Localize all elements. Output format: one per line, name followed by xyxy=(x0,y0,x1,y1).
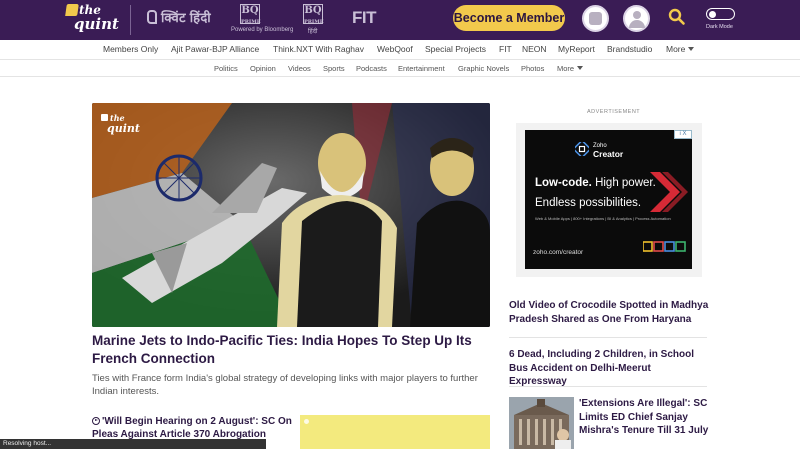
nav-item-more[interactable]: More xyxy=(666,44,695,54)
nav-item-webqoof[interactable]: WebQoof xyxy=(377,44,413,54)
nav-item-videos[interactable]: Videos xyxy=(288,64,311,73)
ad-headline-thin: High power. xyxy=(591,177,656,189)
hero-image[interactable]: the quint xyxy=(92,103,490,327)
bell-icon xyxy=(589,12,602,25)
nav-item-fit[interactable]: FIT xyxy=(499,44,512,54)
dark-mode-label: Dark Mode xyxy=(706,24,733,30)
header-divider xyxy=(130,5,131,35)
site-header: the quint क्विंट हिंदी BQ PRIME Powered … xyxy=(0,0,800,40)
hindi-logo-mark xyxy=(147,10,157,24)
nav-item-neon[interactable]: NEON xyxy=(522,44,547,54)
bq-hindi-text: BQ xyxy=(304,5,322,16)
quint-hindi-logo[interactable]: क्विंट हिंदी xyxy=(147,8,211,26)
nav-item-special-projects[interactable]: Special Projects xyxy=(425,44,486,54)
nav-more-label: More xyxy=(666,44,686,54)
story-thumbnail[interactable] xyxy=(300,415,490,449)
the-quint-logo[interactable]: the quint xyxy=(65,3,119,37)
ad-headline-2: Endless possibilities. xyxy=(535,197,642,209)
chevron-down-icon xyxy=(688,47,695,51)
sub-story-title: 'Will Begin Hearing on 2 August': SC On … xyxy=(92,416,292,440)
nav-item-opinion[interactable]: Opinion xyxy=(250,64,276,73)
nav-item-graphic-novels[interactable]: Graphic Novels xyxy=(458,64,509,73)
side-story-3-thumbnail[interactable] xyxy=(509,397,574,449)
nav-item-photos[interactable]: Photos xyxy=(521,64,544,73)
bq-hindi-subtext: PRIME xyxy=(304,19,324,25)
hero-illustration xyxy=(92,103,490,327)
nav-item-podcasts[interactable]: Podcasts xyxy=(356,64,387,73)
side-story-3[interactable]: 'Extensions Are Illegal': SC Limits ED C… xyxy=(579,397,709,438)
side-story-1[interactable]: Old Video of Crocodile Spotted in Madhya… xyxy=(509,299,709,326)
dark-mode-toggle[interactable] xyxy=(706,8,735,20)
nav-item-entertainment[interactable]: Entertainment xyxy=(398,64,445,73)
ad-red-chevron-graphic xyxy=(650,172,688,212)
chevron-down-icon xyxy=(577,66,584,70)
logo-text-quint: quint xyxy=(74,15,119,33)
advertisement-label: ADVERTISEMENT xyxy=(587,109,641,115)
ad-url: zoho.com/creator xyxy=(533,249,584,256)
user-icon-body xyxy=(629,20,645,28)
zoho-brand-name: Creator xyxy=(593,149,624,159)
user-icon-head xyxy=(633,11,641,19)
side-divider xyxy=(509,386,707,387)
bq-prime-logo[interactable]: BQ PRIME xyxy=(240,4,261,25)
bq-hindi-label: हिंदी xyxy=(308,29,318,35)
ad-headline-bold: Low-code. xyxy=(535,177,592,189)
nav-item-myreport[interactable]: MyReport xyxy=(558,44,595,54)
thumbnail-dot xyxy=(304,419,309,424)
hero-quint-watermark: the quint xyxy=(101,113,141,139)
side-divider xyxy=(509,337,707,338)
side-story-2[interactable]: 6 Dead, Including 2 Children, in School … xyxy=(509,348,709,389)
nav-more-secondary-label: More xyxy=(557,64,575,73)
bq-prime-subtext: PRIME xyxy=(241,19,261,25)
nav-item-brandstudio[interactable]: Brandstudio xyxy=(607,44,652,54)
play-icon xyxy=(92,416,100,425)
ad-headline-1: Low-code. High power. xyxy=(535,177,656,189)
lead-story-headline[interactable]: Marine Jets to Indo-Pacific Ties: India … xyxy=(92,332,492,368)
watermark-text-quint: quint xyxy=(107,122,140,135)
bq-powered-by: Powered by Bloomberg xyxy=(231,27,294,33)
secondary-nav: Politics Opinion Videos Sports Podcasts … xyxy=(0,60,800,77)
search-icon[interactable] xyxy=(668,8,686,26)
browser-status-bar: Resolving host... xyxy=(0,439,266,449)
ad-colored-blocks-graphic xyxy=(643,241,686,252)
nav-item-think-nxt[interactable]: Think.NXT With Raghav xyxy=(273,44,364,54)
zoho-creator-ad[interactable]: Zoho Creator Low-code. High power. Endle… xyxy=(525,130,692,269)
toggle-knob xyxy=(709,10,716,18)
lead-story-summary: Ties with France form India's global str… xyxy=(92,373,478,397)
user-profile-button[interactable] xyxy=(623,5,650,32)
bq-prime-hindi-logo[interactable]: BQ PRIME xyxy=(303,4,324,25)
fit-logo[interactable]: FIT xyxy=(352,8,377,28)
zoho-logo-icon xyxy=(575,142,589,156)
supreme-court-photo xyxy=(509,397,574,449)
primary-nav: Members Only Ajit Pawar-BJP Alliance Thi… xyxy=(0,40,800,60)
nav-item-ajit-pawar[interactable]: Ajit Pawar-BJP Alliance xyxy=(171,44,259,54)
bq-prime-text: BQ xyxy=(241,5,259,16)
notifications-button[interactable] xyxy=(582,5,609,32)
watermark-logo-mark xyxy=(101,114,108,121)
nav-item-sports[interactable]: Sports xyxy=(323,64,345,73)
nav-item-members-only[interactable]: Members Only xyxy=(103,44,158,54)
become-member-button[interactable]: Become a Member xyxy=(453,5,565,31)
zoho-brand: Zoho Creator xyxy=(593,142,623,158)
sub-story-link[interactable]: 'Will Begin Hearing on 2 August': SC On … xyxy=(92,415,292,441)
ad-fine-print: Web & Mobile Apps | 800+ Integrations | … xyxy=(535,216,671,221)
hindi-logo-text: क्विंट हिंदी xyxy=(161,10,211,25)
nav-item-more-secondary[interactable]: More xyxy=(557,64,584,73)
nav-item-politics[interactable]: Politics xyxy=(214,64,238,73)
ad-close-button[interactable]: i X xyxy=(674,130,692,139)
